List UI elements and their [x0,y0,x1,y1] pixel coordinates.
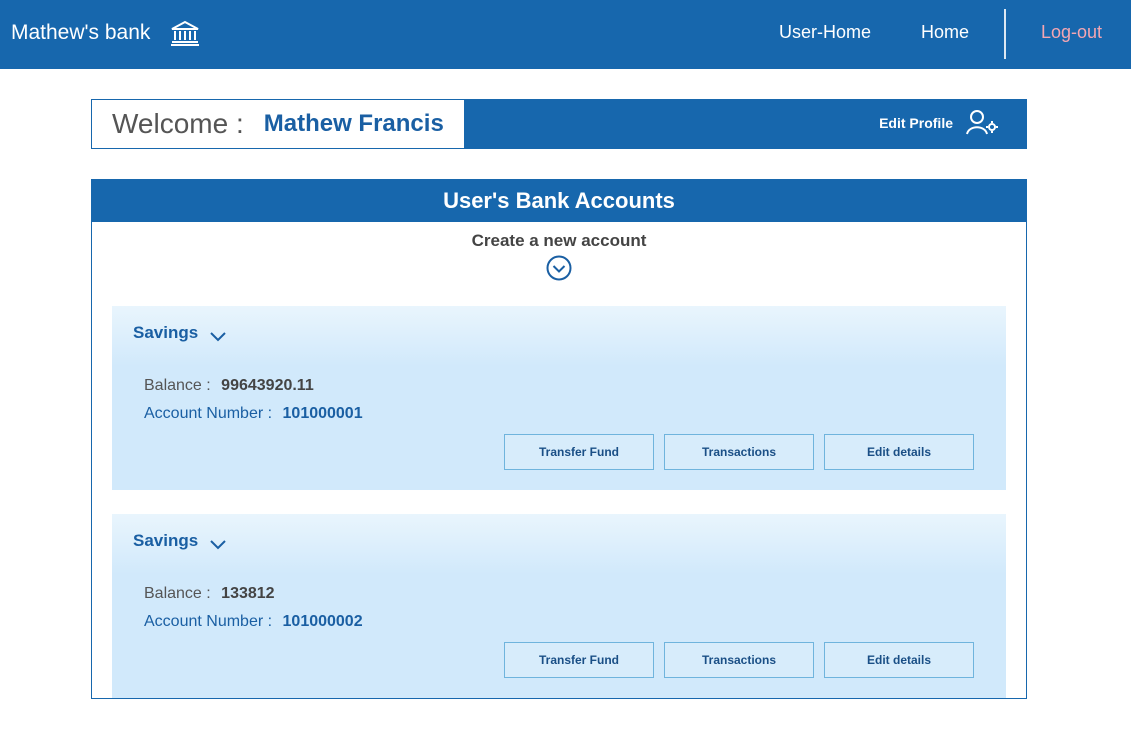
edit-profile-label[interactable]: Edit Profile [879,115,953,131]
account-type-label[interactable]: Savings [133,323,198,343]
edit-details-button[interactable]: Edit details [824,642,974,678]
account-number-row: Account Number : 101000002 [144,613,363,631]
welcome-box: Welcome : Mathew Francis [92,100,464,148]
account-number-value: 101000002 [282,613,363,630]
edit-profile-button[interactable]: Edit Profile [879,108,999,138]
welcome-bar: Welcome : Mathew Francis Edit Profile [91,99,1027,149]
chevron-down-circle-icon[interactable] [546,255,572,281]
transactions-button[interactable]: Transactions [664,434,814,470]
brand[interactable]: Mathew's bank [11,20,200,46]
balance-row: Balance : 133812 [144,585,275,603]
accounts-panel: User's Bank Accounts Create a new accoun… [91,179,1027,699]
chevron-down-icon[interactable] [210,535,226,550]
chevron-down-icon[interactable] [210,327,226,342]
edit-details-button[interactable]: Edit details [824,434,974,470]
balance-value: 133812 [221,585,275,602]
transfer-fund-button[interactable]: Transfer Fund [504,642,654,678]
bank-icon [170,20,200,46]
account-card: Savings Balance : 99643920.11 Account Nu… [112,306,1006,490]
balance-row: Balance : 99643920.11 [144,377,314,395]
account-type-toggle[interactable]: Savings [133,531,226,551]
nav-home-link[interactable]: Home [921,22,969,43]
accounts-title: User's Bank Accounts [92,180,1026,222]
account-number-value: 101000001 [282,405,363,422]
user-name: Mathew Francis [263,110,444,137]
user-settings-icon[interactable] [965,108,999,138]
account-type-label[interactable]: Savings [133,531,198,551]
balance-label: Balance : [144,377,211,394]
transfer-fund-button[interactable]: Transfer Fund [504,434,654,470]
account-card: Savings Balance : 133812 Account Number … [112,514,1006,698]
create-account-label[interactable]: Create a new account [92,231,1026,251]
balance-value: 99643920.11 [221,377,314,394]
account-number-row: Account Number : 101000001 [144,405,363,423]
logout-link[interactable]: Log-out [1041,22,1102,43]
nav-user-home-link[interactable]: User-Home [779,22,871,43]
top-navbar: Mathew's bank User-Home Home Log-out [0,0,1131,69]
nav-divider [1004,9,1006,59]
welcome-label: Welcome : [112,108,244,139]
create-account-toggle[interactable]: Create a new account [92,231,1026,281]
account-number-label: Account Number : [144,613,273,630]
account-type-toggle[interactable]: Savings [133,323,226,343]
balance-label: Balance : [144,585,211,602]
brand-name[interactable]: Mathew's bank [11,21,150,45]
account-number-label: Account Number : [144,405,273,422]
transactions-button[interactable]: Transactions [664,642,814,678]
